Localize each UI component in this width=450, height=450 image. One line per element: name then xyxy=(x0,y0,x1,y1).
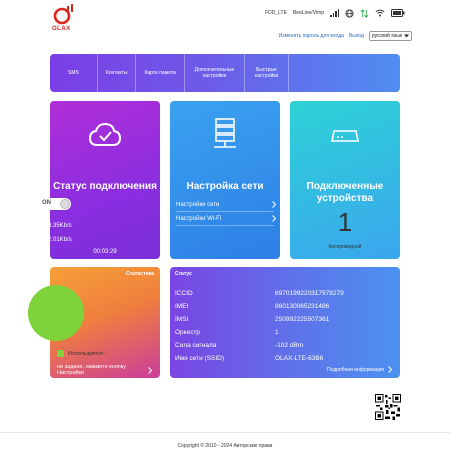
menu-item-contacts[interactable]: Контакты xyxy=(98,54,137,92)
info-row-band: Оркестр 1 xyxy=(175,329,279,336)
info-row-ssid: Имя сети (SSID) OLAX-LTE-63B6 xyxy=(175,355,324,362)
info-row-iccid: ICCID 8970199220317978279 xyxy=(175,290,344,297)
logo-text: OLAX xyxy=(52,26,71,32)
logout-link[interactable]: Выход xyxy=(349,33,364,39)
change-password-link[interactable]: Изменить пароль для входа xyxy=(279,33,344,39)
signal-strength-icon xyxy=(330,9,339,17)
battery-icon xyxy=(391,9,405,17)
toggle-knob xyxy=(60,199,70,209)
info-row-imei: IMEI 860130065231486 xyxy=(175,303,330,310)
transfer-icon xyxy=(360,8,369,18)
info-row-signal: Сила сигнала -102 dBm xyxy=(175,342,304,349)
chevron-right-icon xyxy=(272,215,276,222)
legend-swatch xyxy=(57,350,64,357)
arrow-down-icon xyxy=(35,235,42,244)
language-select[interactable]: русский язык xyxy=(368,31,412,41)
network-settings-link[interactable]: Настройки сети xyxy=(176,201,276,208)
status-bar: FDD_LTE BeeLine/Vimp xyxy=(265,7,405,19)
statistics-note[interactable]: не задано, нажмите кнопку Настройки xyxy=(57,364,147,376)
footer-copyright: Copyright © 2010 - 2024 Авторские права xyxy=(177,443,273,449)
usage-pie-chart xyxy=(28,285,84,341)
cloud-check-icon xyxy=(88,122,122,146)
connection-toggle[interactable]: ON xyxy=(39,198,71,210)
download-speed: 2.01Kb/s xyxy=(35,235,72,244)
header: OLAX FDD_LTE BeeLine/Vimp Изменить парол… xyxy=(0,0,450,48)
globe-icon xyxy=(345,8,354,18)
more-info-link[interactable]: Подробная информация xyxy=(327,366,392,373)
device-count: 1 xyxy=(337,207,353,237)
router-icon xyxy=(331,130,359,142)
usage-legend: Используется : xyxy=(57,350,106,357)
device-type-label: беспроводной xyxy=(328,244,362,250)
menu-item-memory-card[interactable]: Карта памяти xyxy=(136,54,185,92)
device-status-title: Статус xyxy=(175,271,192,277)
connected-devices-title: Подключенные устройства xyxy=(306,181,384,204)
language-value: русский язык xyxy=(371,33,402,39)
network-settings-card: Настройка сети Настройки сети Настройки … xyxy=(170,101,280,259)
chevron-right-icon xyxy=(388,366,392,373)
operator-name: BeeLine/Vimp xyxy=(292,10,324,16)
device-status-card: Статус ICCID 8970199220317978279 IMEI 86… xyxy=(170,267,400,378)
arrow-up-icon xyxy=(35,221,42,230)
olax-logo-icon xyxy=(53,4,73,25)
qr-code-icon xyxy=(375,394,401,420)
network-type: FDD_LTE xyxy=(265,10,287,16)
chevron-down-icon xyxy=(404,34,409,38)
network-settings-title: Настройка сети xyxy=(186,181,264,192)
wifi-settings-link[interactable]: Настройки Wi-Fi xyxy=(176,215,276,222)
info-row-imsi: IMSI 250992225507361 xyxy=(175,316,330,323)
menu-item-advanced-settings[interactable]: Дополнительные настройки xyxy=(185,54,245,92)
divider xyxy=(176,211,274,212)
toggle-label: ON xyxy=(42,200,51,206)
menu-item-sms[interactable]: SMS xyxy=(50,54,98,92)
statistics-title: Статистика xyxy=(126,271,154,277)
upload-speed: 8.35Kb/s xyxy=(35,221,72,230)
connection-status-title: Статус подключения xyxy=(53,181,157,192)
server-icon xyxy=(214,118,236,148)
header-links: Изменить пароль для входа Выход русский … xyxy=(279,31,412,41)
connection-time: 00:03:29 xyxy=(93,249,117,255)
footer-divider xyxy=(0,432,450,433)
wifi-icon xyxy=(375,9,385,17)
divider xyxy=(176,225,274,226)
chevron-right-icon[interactable] xyxy=(148,367,152,374)
chevron-right-icon xyxy=(272,201,276,208)
menu-item-quick-settings[interactable]: Быстрые настройки xyxy=(245,54,289,92)
top-menu: SMS Контакты Карта памяти Дополнительные… xyxy=(50,54,400,92)
